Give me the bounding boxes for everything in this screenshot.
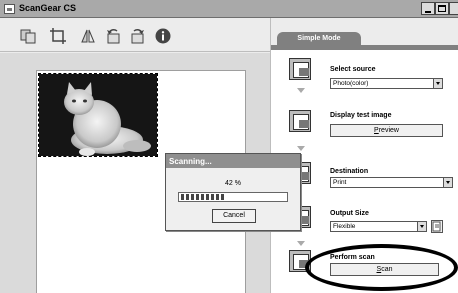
step-arrow-icon <box>297 146 305 151</box>
destination-dropdown[interactable]: Print <box>330 177 453 188</box>
select-source-icon <box>289 58 311 80</box>
output-size-settings-button[interactable] <box>431 220 443 233</box>
progress-block <box>221 194 224 200</box>
select-source-dropdown[interactable]: Photo(color) <box>330 78 443 89</box>
step-arrow-icon <box>297 88 305 93</box>
output-size-value: Flexible <box>333 223 356 230</box>
minimize-icon <box>425 11 431 13</box>
destination-value: Print <box>333 179 347 186</box>
window-title: ScanGear CS <box>19 3 77 13</box>
mirror-button[interactable] <box>80 28 96 44</box>
crop-frame[interactable] <box>38 73 158 157</box>
progress-block <box>191 194 194 200</box>
app-icon <box>4 4 15 14</box>
progress-block <box>186 194 189 200</box>
maximize-icon <box>438 5 446 12</box>
select-source-value: Photo(color) <box>333 80 369 87</box>
rotate-right-icon <box>131 29 144 44</box>
preview-button-label: review <box>378 127 399 134</box>
cancel-button[interactable]: Cancel <box>212 209 256 223</box>
crop-icon <box>50 28 66 44</box>
display-test-image-icon <box>289 110 311 132</box>
dialog-title: Scanning... <box>166 154 300 168</box>
highlight-ellipse <box>305 244 458 291</box>
minimize-button[interactable] <box>421 2 435 15</box>
title-bar: ScanGear CS <box>0 0 458 18</box>
crop-button[interactable] <box>50 28 66 44</box>
destination-label: Destination <box>330 168 369 175</box>
progress-block <box>211 194 214 200</box>
scanning-dialog: Scanning... 42 % Cancel <box>165 153 301 231</box>
chevron-down-icon <box>417 222 426 231</box>
chevron-down-icon <box>433 79 442 88</box>
close-button[interactable] <box>449 2 458 15</box>
progress-block <box>196 194 199 200</box>
progress-block <box>201 194 204 200</box>
progress-block <box>181 194 184 200</box>
toolbar <box>0 18 270 52</box>
progress-percent: 42 % <box>225 180 241 187</box>
thumbnail-button[interactable] <box>20 28 36 44</box>
output-size-dropdown[interactable]: Flexible <box>330 221 427 232</box>
info-button[interactable] <box>155 28 171 44</box>
maximize-button[interactable] <box>435 2 449 15</box>
progress-bar <box>178 192 288 202</box>
chevron-down-icon <box>443 178 452 187</box>
rotate-left-button[interactable] <box>105 28 121 44</box>
rotate-left-icon <box>107 29 120 44</box>
info-icon <box>155 28 171 44</box>
step-arrow-icon <box>297 241 305 246</box>
preview-button[interactable]: Preview <box>330 124 443 137</box>
tab-simple-mode[interactable]: Simple Mode <box>277 32 361 45</box>
progress-block <box>216 194 219 200</box>
size-settings-icon <box>432 221 441 232</box>
progress-block <box>206 194 209 200</box>
output-size-label: Output Size <box>330 210 369 217</box>
rotate-right-button[interactable] <box>130 28 146 44</box>
thumbnail-icon <box>20 29 36 44</box>
select-source-label: Select source <box>330 66 376 73</box>
display-test-image-label: Display test image <box>330 112 392 119</box>
mirror-icon <box>81 29 95 43</box>
